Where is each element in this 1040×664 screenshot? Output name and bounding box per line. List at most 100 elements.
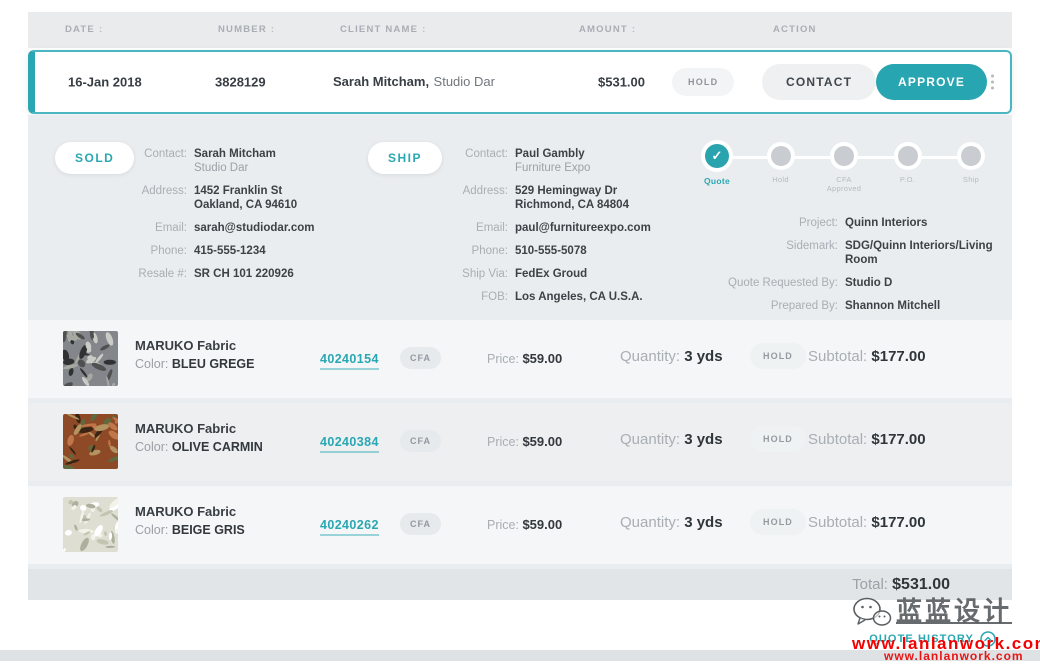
quote-history-label: QUOTE HISTORY bbox=[869, 633, 974, 645]
ship-tag: SHIP bbox=[368, 142, 442, 174]
project-label: Project: bbox=[628, 216, 838, 230]
cfa-tag[interactable]: CFA bbox=[400, 347, 441, 369]
sort-icon: : bbox=[422, 24, 426, 35]
chevron-up-circle-icon bbox=[980, 631, 996, 647]
quote-approval-screen: DATE: NUMBER: CLIENT NAME: AMOUNT: ACTIO… bbox=[0, 0, 1040, 664]
hold-line-button[interactable]: HOLD bbox=[750, 426, 806, 452]
sidemark-label: Sidemark: bbox=[628, 239, 838, 267]
ship-contact-label: Contact: bbox=[440, 147, 508, 175]
product-quantity: Quantity: 3 yds bbox=[620, 514, 723, 531]
sold-contact-value: Sarah MitchamStudio Dar bbox=[194, 147, 276, 175]
cfa-tag[interactable]: CFA bbox=[400, 430, 441, 452]
product-row: MARUKO Fabric Color: OLIVE CARMIN 402403… bbox=[28, 403, 1012, 481]
sku-link[interactable]: 40240154 bbox=[320, 352, 379, 370]
quote-history-button[interactable]: QUOTE HISTORY bbox=[869, 631, 996, 647]
table-header: DATE: NUMBER: CLIENT NAME: AMOUNT: ACTIO… bbox=[28, 12, 1012, 48]
ship-fob-label: FOB: bbox=[440, 290, 508, 304]
requested-by-value: Studio D bbox=[845, 276, 892, 290]
project-value: Quinn Interiors bbox=[845, 216, 927, 230]
sort-icon: : bbox=[271, 24, 275, 35]
prepared-by-value: Shannon Mitchell bbox=[845, 299, 940, 313]
order-client: Sarah Mitcham, Studio Dar bbox=[333, 73, 495, 91]
ship-email-label: Email: bbox=[440, 221, 508, 235]
fabric-swatch-image bbox=[63, 414, 118, 469]
column-header-amount[interactable]: AMOUNT: bbox=[579, 12, 636, 48]
hold-line-button[interactable]: HOLD bbox=[750, 343, 806, 369]
product-subtotal: Subtotal: $177.00 bbox=[808, 431, 926, 448]
column-header-client[interactable]: CLIENT NAME: bbox=[340, 12, 427, 48]
sold-resale-label: Resale #: bbox=[130, 267, 187, 281]
hold-button[interactable]: HOLD bbox=[672, 68, 734, 96]
product-price: Price: $59.00 bbox=[487, 351, 562, 366]
sold-resale-value: SR CH 101 220926 bbox=[194, 267, 294, 281]
sold-contact-label: Contact: bbox=[130, 147, 187, 175]
project-info: Project: Quinn Interiors Sidemark: SDG/Q… bbox=[628, 216, 1012, 322]
progress-stepper: ✓ Quote ✓ Hold ✓ CFA Approved ✓ P.O. ✓ bbox=[688, 143, 1000, 213]
product-name: MARUKO Fabric bbox=[135, 338, 254, 353]
order-total: Total: $531.00 bbox=[852, 576, 950, 594]
fabric-swatch-image bbox=[63, 497, 118, 552]
product-name: MARUKO Fabric bbox=[135, 504, 245, 519]
ship-address-label: Address: bbox=[440, 184, 508, 212]
product-color: Color: BLEU GREGE bbox=[135, 357, 254, 371]
order-detail-panel: SOLD Contact: Sarah MitchamStudio Dar Ad… bbox=[28, 115, 1012, 600]
step-po[interactable]: ✓ P.O. bbox=[879, 143, 937, 193]
product-quantity: Quantity: 3 yds bbox=[620, 431, 723, 448]
watermark-brand: 蓝蓝设计 bbox=[852, 596, 1012, 630]
sold-email-value: sarah@studiodar.com bbox=[194, 221, 315, 235]
order-amount: $531.00 bbox=[598, 75, 645, 90]
step-circle: ✓ bbox=[705, 144, 729, 168]
requested-by-label: Quote Requested By: bbox=[628, 276, 838, 290]
ship-phone-value: 510-555-5078 bbox=[515, 244, 587, 258]
product-color: Color: OLIVE CARMIN bbox=[135, 440, 263, 454]
client-company: Studio Dar bbox=[434, 74, 495, 89]
step-cfa-approved[interactable]: ✓ CFA Approved bbox=[815, 143, 873, 193]
step-circle: ✓ bbox=[834, 146, 854, 166]
sold-info: Contact: Sarah MitchamStudio Dar Address… bbox=[130, 147, 370, 290]
sold-address-label: Address: bbox=[130, 184, 187, 212]
order-date: 16-Jan 2018 bbox=[68, 75, 142, 90]
product-price: Price: $59.00 bbox=[487, 434, 562, 449]
approve-button[interactable]: APPROVE bbox=[876, 64, 987, 100]
product-subtotal: Subtotal: $177.00 bbox=[808, 514, 926, 531]
product-row: MARUKO Fabric Color: BLEU GREGE 40240154… bbox=[28, 320, 1012, 398]
step-quote[interactable]: ✓ Quote bbox=[688, 143, 746, 193]
more-options-icon[interactable] bbox=[986, 72, 998, 93]
sidemark-value: SDG/Quinn Interiors/Living Room bbox=[845, 239, 1012, 267]
ship-via-label: Ship Via: bbox=[440, 267, 508, 281]
product-color: Color: BEIGE GRIS bbox=[135, 523, 245, 537]
ship-fob-value: Los Angeles, CA U.S.A. bbox=[515, 290, 643, 304]
step-circle: ✓ bbox=[961, 146, 981, 166]
total-row: Total: $531.00 bbox=[28, 569, 1012, 600]
step-hold[interactable]: ✓ Hold bbox=[752, 143, 810, 193]
order-row-selected[interactable]: 16-Jan 2018 3828129 Sarah Mitcham, Studi… bbox=[28, 50, 1012, 114]
sku-link[interactable]: 40240262 bbox=[320, 518, 379, 536]
product-name: MARUKO Fabric bbox=[135, 421, 263, 436]
step-ship[interactable]: ✓ Ship bbox=[942, 143, 1000, 193]
hold-line-button[interactable]: HOLD bbox=[750, 509, 806, 535]
product-quantity: Quantity: 3 yds bbox=[620, 348, 723, 365]
ship-via-value: FedEx Groud bbox=[515, 267, 587, 281]
fabric-swatch-image bbox=[63, 331, 118, 386]
sku-link[interactable]: 40240384 bbox=[320, 435, 379, 453]
cfa-tag[interactable]: CFA bbox=[400, 513, 441, 535]
wechat-icon bbox=[852, 596, 892, 630]
ship-contact-value: Paul GamblyFurniture Expo bbox=[515, 147, 590, 175]
bottom-bar bbox=[0, 650, 1040, 661]
client-name: Sarah Mitcham, bbox=[333, 74, 429, 89]
sold-address-value: 1452 Franklin StOakland, CA 94610 bbox=[194, 184, 297, 212]
column-header-action: ACTION bbox=[773, 12, 817, 48]
check-icon: ✓ bbox=[712, 148, 723, 164]
product-price: Price: $59.00 bbox=[487, 517, 562, 532]
sold-phone-label: Phone: bbox=[130, 244, 187, 258]
column-header-number[interactable]: NUMBER: bbox=[218, 12, 275, 48]
product-subtotal: Subtotal: $177.00 bbox=[808, 348, 926, 365]
product-row: MARUKO Fabric Color: BEIGE GRIS 40240262… bbox=[28, 486, 1012, 564]
ship-address-value: 529 Hemingway DrRichmond, CA 84804 bbox=[515, 184, 629, 212]
contact-button[interactable]: CONTACT bbox=[762, 64, 876, 100]
sold-email-label: Email: bbox=[130, 221, 187, 235]
column-header-date[interactable]: DATE: bbox=[65, 12, 103, 48]
sold-tag: SOLD bbox=[55, 142, 134, 174]
prepared-by-label: Prepared By: bbox=[628, 299, 838, 313]
sold-phone-value: 415-555-1234 bbox=[194, 244, 266, 258]
